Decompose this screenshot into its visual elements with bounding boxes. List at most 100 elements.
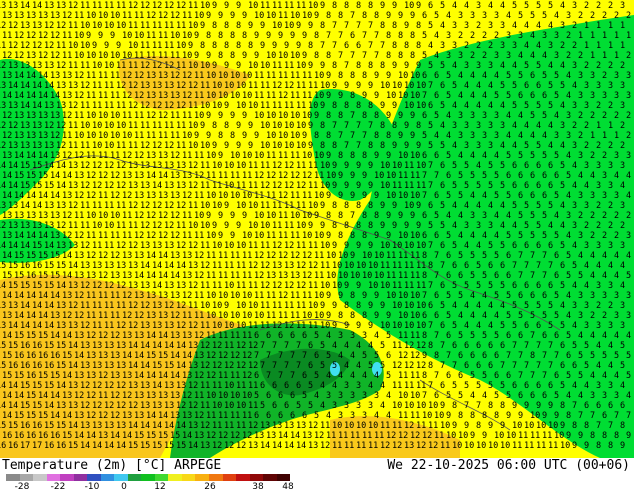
grid-value: 6 <box>518 171 523 181</box>
grid-value: 10 <box>92 121 102 131</box>
grid-value: 11 <box>296 321 306 331</box>
grid-value: 7 <box>536 361 541 371</box>
grid-value: 4 <box>572 181 577 191</box>
grid-value: 12 <box>236 361 246 371</box>
grid-value: 14 <box>14 91 24 101</box>
grid-value: 11 <box>296 1 306 11</box>
grid-value: 11 <box>188 301 198 311</box>
grid-value: 15 <box>170 431 180 441</box>
grid-value: 6 <box>596 401 601 411</box>
grid-value: 10 <box>410 231 420 241</box>
grid-value: 14 <box>158 171 168 181</box>
grid-value: 15 <box>62 351 72 361</box>
grid-value: 12 <box>128 321 138 331</box>
grid-value: 14 <box>152 381 162 391</box>
grid-value: 5 <box>518 211 523 221</box>
grid-value: 10 <box>296 221 306 231</box>
grid-value: 6 <box>536 381 541 391</box>
grid-value: 11 <box>266 191 276 201</box>
grid-value: 16 <box>20 361 30 371</box>
grid-value: 8 <box>416 41 421 51</box>
grid-value: 4 <box>614 171 619 181</box>
grid-value: 5 <box>518 231 523 241</box>
grid-value: 11 <box>98 231 108 241</box>
grid-value: 3 <box>440 41 445 51</box>
grid-value: 12 <box>128 1 138 11</box>
grid-value: 13 <box>176 381 186 391</box>
grid-value: 8 <box>602 431 607 441</box>
grid-value: 10 <box>386 191 396 201</box>
grid-value: 8 <box>368 141 373 151</box>
grid-value: 13 <box>134 391 144 401</box>
grid-value: 12 <box>110 171 120 181</box>
grid-value: 16 <box>38 351 48 361</box>
grid-value: 11 <box>338 431 348 441</box>
grid-value: 12 <box>278 291 288 301</box>
grid-value: 4 <box>344 361 349 371</box>
valid-time: We 22-10-2025 06:00 UTC (00+06) <box>387 458 630 473</box>
grid-value: 5 <box>500 381 505 391</box>
grid-value: 11 <box>404 281 414 291</box>
grid-value: 11 <box>260 1 270 11</box>
grid-value: 9 <box>278 31 283 41</box>
grid-value: 11 <box>296 301 306 311</box>
grid-value: 11 <box>98 391 108 401</box>
grid-value: 16 <box>14 431 24 441</box>
grid-value: 4 <box>476 81 481 91</box>
grid-value: 10 <box>278 111 288 121</box>
grid-value: 14 <box>284 441 294 451</box>
grid-value: 9 <box>254 51 259 61</box>
grid-value: 7 <box>350 11 355 21</box>
grid-value: 2 <box>578 211 583 221</box>
grid-value: 5 <box>506 151 511 161</box>
grid-value: 14 <box>122 431 132 441</box>
grid-value: 12 <box>260 281 270 291</box>
grid-value: 13 <box>68 241 78 251</box>
grid-value: 8 <box>344 301 349 311</box>
grid-value: 11 <box>350 431 360 441</box>
grid-value: 9 <box>404 221 409 231</box>
grid-value: 3 <box>350 411 355 421</box>
grid-value: 2 <box>584 1 589 11</box>
grid-value: 11 <box>236 261 246 271</box>
grid-value: 15 <box>26 251 36 261</box>
grid-value: 2 <box>590 111 595 121</box>
grid-value: 3 <box>458 11 463 21</box>
grid-value: 10 <box>248 61 258 71</box>
grid-value: 11 <box>236 381 246 391</box>
grid-value: 11 <box>224 341 234 351</box>
grid-value: 11 <box>98 71 108 81</box>
grid-value: 12 <box>164 301 174 311</box>
grid-value: 11 <box>158 51 168 61</box>
grid-value: 14 <box>50 91 60 101</box>
grid-value: 5 <box>488 381 493 391</box>
grid-value: 11 <box>296 241 306 251</box>
grid-value: 13 <box>8 301 18 311</box>
grid-value: 10 <box>218 191 228 201</box>
grid-value: 4 <box>494 311 499 321</box>
grid-value: 11 <box>302 71 312 81</box>
grid-value: 11 <box>92 101 102 111</box>
grid-value: 2 <box>578 11 583 21</box>
grid-value: 15 <box>26 391 36 401</box>
grid-value: 3 <box>476 1 481 11</box>
grid-value: 4 <box>596 361 601 371</box>
grid-value: 6 <box>464 341 469 351</box>
grid-value: 6 <box>494 351 499 361</box>
grid-value: 14 <box>140 421 150 431</box>
grid-value: 11 <box>308 321 318 331</box>
grid-value: 13 <box>8 221 18 231</box>
grid-value: 7 <box>428 381 433 391</box>
grid-value: 9 <box>320 61 325 71</box>
grid-value: 4 <box>572 281 577 291</box>
grid-value: 8 <box>434 351 439 361</box>
grid-value: 14 <box>86 431 96 441</box>
grid-value: 10 <box>194 111 204 121</box>
grid-value: 9 <box>218 151 223 161</box>
grid-value: 14 <box>2 331 12 341</box>
grid-value: 13 <box>20 221 30 231</box>
grid-value: 4 <box>488 101 493 111</box>
grid-value: 13 <box>74 411 84 421</box>
grid-value: 12 <box>116 381 126 391</box>
grid-value: 5 <box>434 111 439 121</box>
